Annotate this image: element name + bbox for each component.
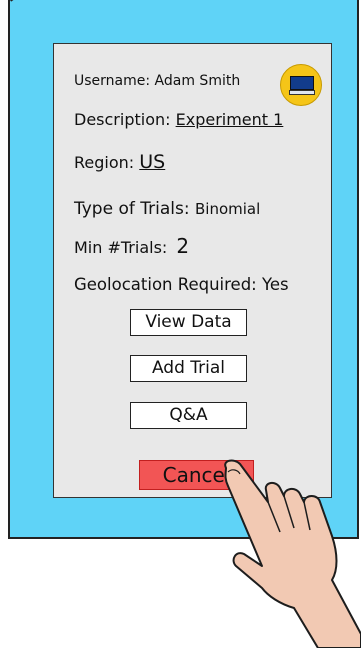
trial-type-row: Type of Trials: Binomial (74, 199, 260, 219)
min-trials-label: Min #Trials: (74, 238, 168, 257)
computer-monitor-icon[interactable] (280, 64, 322, 106)
username-label: Username: (74, 73, 151, 89)
monitor-keyboard (289, 90, 315, 95)
pointing-hand-icon (224, 459, 361, 648)
device-corner-stroke (10, 0, 23, 2)
view-data-button[interactable]: View Data (130, 309, 247, 336)
username-value: Adam Smith (154, 73, 241, 89)
region-value: US (139, 151, 166, 173)
mockup-stage: Username: Adam Smith Description: Experi… (0, 0, 361, 648)
username-row: Username: Adam Smith (74, 71, 240, 91)
trial-type-value: Binomial (194, 200, 261, 218)
experiment-detail-panel: Username: Adam Smith Description: Experi… (53, 43, 332, 498)
monitor-screen (290, 76, 314, 90)
geolocation-row: Geolocation Required: Yes (74, 275, 289, 295)
add-trial-button[interactable]: Add Trial (130, 355, 247, 382)
description-label: Description: (74, 110, 171, 129)
region-label: Region: (74, 153, 135, 172)
description-value: Experiment 1 (175, 110, 284, 129)
geolocation-label: Geolocation Required: (74, 275, 257, 294)
geolocation-value: Yes (262, 275, 289, 294)
min-trials-value: 2 (176, 234, 190, 258)
trial-type-label: Type of Trials: (74, 199, 190, 219)
qa-button[interactable]: Q&A (130, 402, 247, 429)
min-trials-row: Min #Trials: 2 (74, 236, 189, 258)
description-row: Description: Experiment 1 (74, 110, 283, 130)
region-row: Region: US (74, 152, 165, 173)
